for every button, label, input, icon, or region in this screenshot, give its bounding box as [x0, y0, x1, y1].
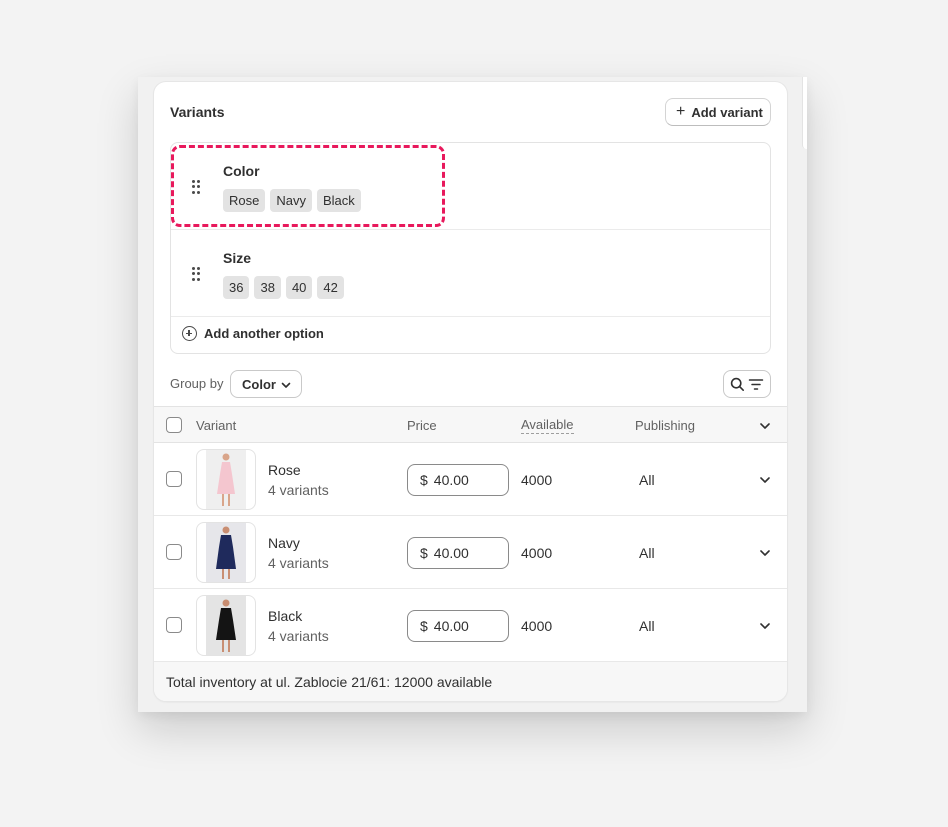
variant-thumbnail: [196, 595, 256, 656]
header-variant: Variant: [196, 418, 237, 433]
price-input[interactable]: $ 40.00: [407, 610, 509, 642]
option-value-chip: 36: [223, 276, 250, 299]
group-by-select[interactable]: Color: [230, 370, 302, 398]
price-input[interactable]: $ 40.00: [407, 537, 509, 569]
option-name: Color: [223, 163, 260, 179]
select-all-checkbox[interactable]: [166, 417, 182, 433]
option-value-chip: Navy: [270, 189, 312, 212]
chevron-down-icon[interactable]: [758, 547, 772, 559]
option-value-chip: 38: [254, 276, 281, 299]
variant-name: Rose: [268, 462, 301, 478]
row-checkbox[interactable]: [166, 617, 182, 633]
currency-symbol: $: [420, 618, 428, 634]
filter-icon: [748, 378, 764, 390]
header-available: Available: [521, 417, 574, 434]
total-inventory-text: Total inventory at ul. Zablocie 21/61: 1…: [166, 673, 493, 690]
drag-handle-icon[interactable]: [192, 180, 202, 194]
group-by-label: Group by: [170, 376, 224, 391]
dress-image: [206, 450, 246, 509]
currency-symbol: $: [420, 545, 428, 561]
option-value-chip: Black: [316, 189, 361, 212]
plus-circle-icon: [182, 326, 197, 341]
variants-card: Variants + Add variant Color Rose Navy B…: [154, 82, 787, 701]
chevron-down-icon[interactable]: [758, 420, 772, 432]
option-values: 36 38 40 42: [223, 276, 344, 299]
plus-icon: +: [676, 103, 686, 120]
variant-name: Navy: [268, 535, 300, 551]
row-checkbox[interactable]: [166, 471, 182, 487]
publishing-value: All: [639, 618, 655, 634]
price-value: 40.00: [433, 545, 469, 561]
header-price: Price: [407, 418, 437, 433]
card-title: Variants: [170, 104, 225, 120]
table-row[interactable]: Navy 4 variants $ 40.00 4000 All: [154, 516, 787, 589]
dress-image: [206, 596, 246, 655]
option-row-size[interactable]: Size 36 38 40 42: [171, 230, 770, 317]
available-value: 4000: [521, 545, 553, 561]
price-value: 40.00: [433, 618, 469, 634]
drag-handle-icon[interactable]: [192, 267, 202, 281]
row-checkbox[interactable]: [166, 544, 182, 560]
price-value: 40.00: [433, 472, 469, 488]
options-list: Color Rose Navy Black Size 36 38 40 42 A…: [170, 142, 771, 354]
price-input[interactable]: $ 40.00: [407, 464, 509, 496]
variant-name: Black: [268, 608, 303, 624]
chevron-down-icon[interactable]: [758, 620, 772, 632]
variant-thumbnail: [196, 449, 256, 510]
option-row-color[interactable]: Color Rose Navy Black: [171, 143, 770, 230]
adjacent-panel-edge: [802, 77, 807, 149]
available-value: 4000: [521, 472, 553, 488]
add-variant-label: Add variant: [691, 104, 763, 120]
search-icon: [730, 377, 744, 391]
option-name: Size: [223, 250, 252, 266]
chevron-down-icon[interactable]: [758, 474, 772, 486]
variant-thumbnail: [196, 522, 256, 583]
group-by-value: Color: [242, 376, 276, 392]
add-variant-button[interactable]: + Add variant: [665, 98, 771, 126]
publishing-value: All: [639, 472, 655, 488]
option-value-chip: Rose: [223, 189, 266, 212]
variant-count: 4 variants: [268, 555, 329, 571]
option-value-chip: 40: [285, 276, 313, 299]
add-another-option-button[interactable]: Add another option: [182, 326, 324, 341]
add-another-option-label: Add another option: [204, 326, 324, 341]
currency-symbol: $: [420, 472, 428, 488]
table-header: Variant Price Available Publishing: [154, 406, 787, 443]
option-value-chip: 42: [317, 276, 344, 299]
variant-count: 4 variants: [268, 482, 329, 498]
header-publishing: Publishing: [635, 418, 695, 433]
inventory-footer: Total inventory at ul. Zablocie 21/61: 1…: [154, 662, 787, 701]
available-value: 4000: [521, 618, 553, 634]
table-row[interactable]: Rose 4 variants $ 40.00 4000 All: [154, 443, 787, 516]
table-row[interactable]: Black 4 variants $ 40.00 4000 All: [154, 589, 787, 662]
dress-image: [206, 523, 246, 582]
publishing-value: All: [639, 545, 655, 561]
chevron-down-icon: [281, 382, 291, 388]
search-filter-button[interactable]: [723, 370, 771, 398]
option-values: Rose Navy Black: [223, 189, 361, 212]
variant-count: 4 variants: [268, 628, 329, 644]
